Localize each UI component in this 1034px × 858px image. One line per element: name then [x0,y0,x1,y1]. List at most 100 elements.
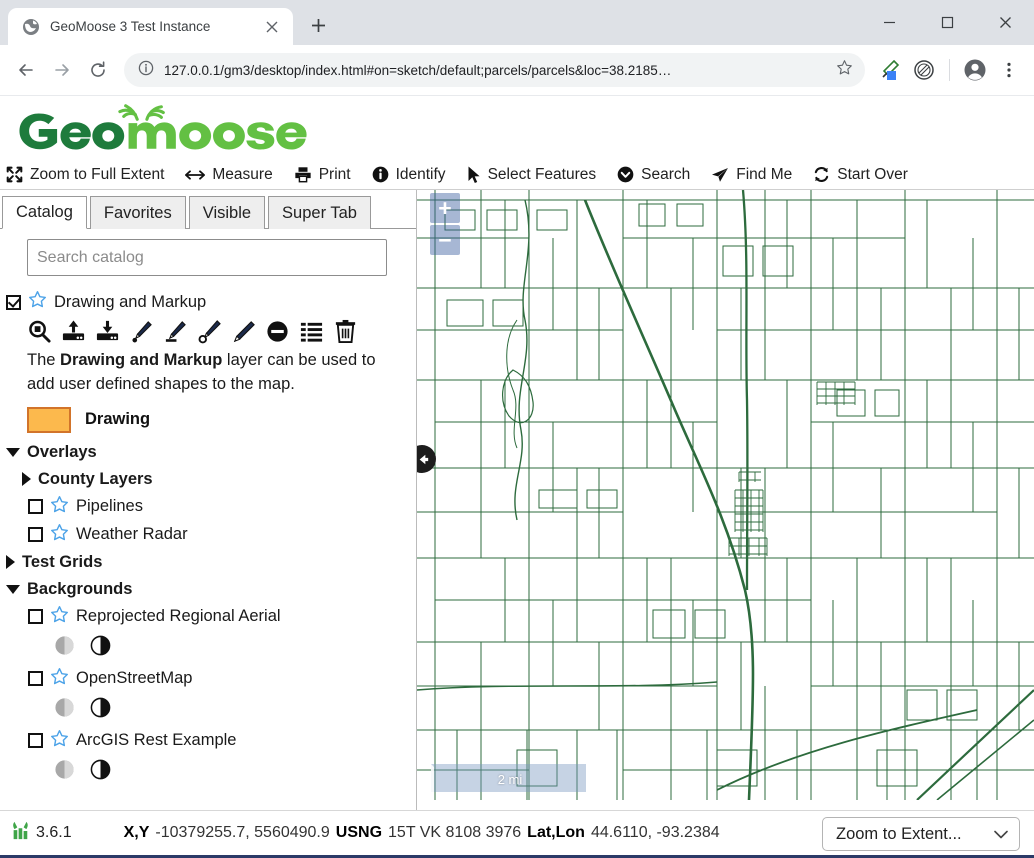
tab-visible[interactable]: Visible [188,196,266,229]
back-button[interactable] [10,54,42,86]
layer-checkbox-openstreetmap[interactable] [28,671,43,687]
star-outline-icon[interactable] [50,729,69,753]
layer-row-pipelines[interactable]: Pipelines [0,493,416,521]
tab-strip: GeoMoose 3 Test Instance [0,0,335,45]
legend-row-drawing: Drawing [0,401,416,439]
attributes-list-icon[interactable] [299,319,324,344]
layer-row-arcgis-rest-example[interactable]: ArcGIS Rest Example [0,727,416,755]
app-header [0,96,1034,160]
fade-down-icon[interactable] [54,697,75,723]
tool-print[interactable]: Print [294,166,360,184]
tool-measure[interactable]: Measure [185,166,281,184]
layer-row-openstreetmap[interactable]: OpenStreetMap [0,665,416,693]
group-county-layers[interactable]: County Layers [0,466,416,493]
fade-up-icon[interactable] [90,697,111,723]
layer-checkbox-pipelines[interactable] [28,499,43,515]
modify-icon[interactable] [231,319,256,344]
remove-icon[interactable] [265,319,290,344]
trash-icon[interactable] [333,319,358,344]
star-outline-icon[interactable] [28,290,47,314]
browser-tab[interactable]: GeoMoose 3 Test Instance [8,8,293,45]
minimize-button[interactable] [860,0,918,45]
new-tab-button[interactable] [301,8,335,42]
tool-label: Print [318,165,351,183]
close-window-button[interactable] [976,0,1034,45]
account-avatar-icon[interactable] [960,55,990,85]
tool-select-features[interactable]: Select Features [467,166,606,184]
tool-label: Identify [395,165,446,183]
layer-label: OpenStreetMap [76,669,193,688]
layer-row-drawing-and-markup[interactable]: Drawing and Markup [0,288,416,316]
three-dot-menu-icon[interactable] [994,55,1024,85]
tool-find-me[interactable]: Find Me [711,166,801,184]
layer-checkbox-weather-radar[interactable] [28,527,43,543]
layer-checkbox-arcgis-rest-example[interactable] [28,733,43,749]
xy-value: -10379255.7, 5560490.9 [155,824,330,841]
sidebar-tabs: Catalog Favorites Visible Super Tab [0,190,416,229]
fade-up-icon[interactable] [90,759,111,785]
forward-button[interactable] [46,54,78,86]
tab-super-tab[interactable]: Super Tab [268,196,371,229]
usng-label: USNG [335,824,383,841]
toolbar-divider [949,59,950,81]
desc-bold: Drawing and Markup [60,351,223,369]
tab-catalog[interactable]: Catalog [2,196,87,229]
bookmark-star-icon[interactable] [836,59,853,81]
geomoose-app: Zoom to Full Extent Measure Print Identi… [0,96,1034,858]
coordinate-readout: X,Y -10379255.7, 5560490.9 USNG 15T VK 8108… [124,824,720,842]
zoom-to-layer-icon[interactable] [27,319,52,344]
download-icon[interactable] [95,319,120,344]
star-outline-icon[interactable] [50,667,69,691]
zoom-to-extent-select[interactable]: Zoom to Extent... [822,817,1020,851]
map-viewport[interactable]: + − 2 mi [417,190,1034,810]
draw-line-icon[interactable] [163,319,188,344]
fade-down-icon[interactable] [54,635,75,661]
zoom-out-button[interactable]: − [430,225,460,255]
star-outline-icon[interactable] [50,495,69,519]
tab-title: GeoMoose 3 Test Instance [50,19,211,34]
version-wrap: 3.6.1 [10,821,72,846]
tool-search[interactable]: Search [617,166,699,184]
site-info-icon[interactable] [138,60,154,81]
upload-icon[interactable] [61,319,86,344]
chevron-right-icon[interactable] [6,555,15,570]
layer-label: Drawing and Markup [54,292,207,311]
tool-identify[interactable]: Identify [372,166,455,184]
draw-polygon-icon[interactable] [197,319,222,344]
chevron-down-icon [994,825,1008,844]
tool-label: Select Features [487,165,597,183]
layer-row-weather-radar[interactable]: Weather Radar [0,521,416,549]
group-test-grids[interactable]: Test Grids [0,549,416,576]
search-catalog-input[interactable] [27,239,387,276]
reload-button[interactable] [82,54,114,86]
tab-label: Visible [202,203,252,222]
star-outline-icon[interactable] [50,523,69,547]
chevron-down-icon[interactable] [6,584,20,594]
chevron-down-icon[interactable] [6,447,20,457]
layer-row-reprojected-regional-aerial[interactable]: Reprojected Regional Aerial [0,603,416,631]
address-bar[interactable]: 127.0.0.1/gm3/desktop/index.html#on=sket… [124,53,865,87]
fade-up-icon[interactable] [90,635,111,661]
tool-label: Start Over [837,165,908,183]
tab-favorites[interactable]: Favorites [89,196,186,229]
star-outline-icon[interactable] [50,605,69,629]
legend-label: Drawing [85,410,151,429]
chevron-right-icon[interactable] [22,472,31,487]
tool-start-over[interactable]: Start Over [813,166,917,184]
fade-down-icon[interactable] [54,759,75,785]
layer-checkbox-reprojected-regional-aerial[interactable] [28,609,43,625]
draw-point-icon[interactable] [129,319,154,344]
geomoose-mark-icon [10,821,30,846]
eyedropper-icon[interactable] [875,55,905,85]
group-backgrounds[interactable]: Backgrounds [0,576,416,603]
stamp-icon[interactable] [909,55,939,85]
layer-checkbox-drawing-and-markup[interactable] [6,294,21,310]
close-tab-icon[interactable] [261,16,283,38]
tool-zoom-to-full-extent[interactable]: Zoom to Full Extent [6,166,173,184]
address-bar-url: 127.0.0.1/gm3/desktop/index.html#on=sket… [164,62,672,78]
browser-navbar: 127.0.0.1/gm3/desktop/index.html#on=sket… [0,45,1034,96]
zoom-in-button[interactable]: + [430,193,460,223]
group-overlays[interactable]: Overlays [0,439,416,466]
legend-swatch-drawing [27,406,71,433]
maximize-button[interactable] [918,0,976,45]
